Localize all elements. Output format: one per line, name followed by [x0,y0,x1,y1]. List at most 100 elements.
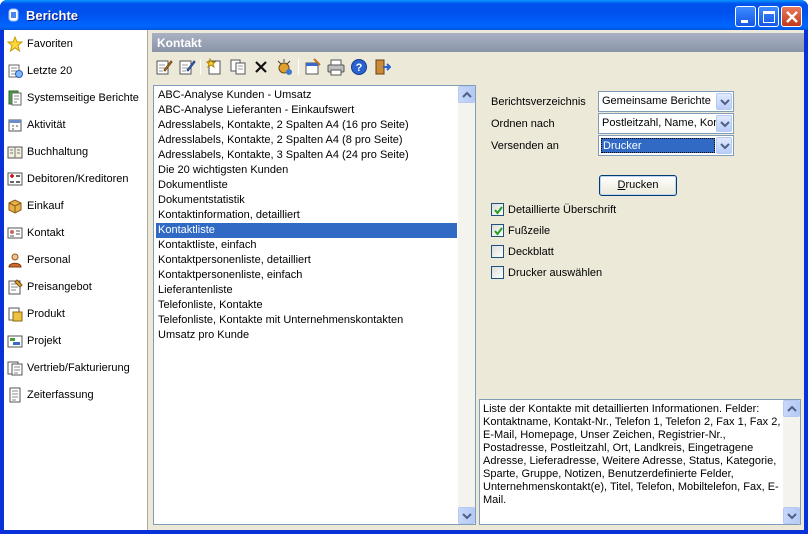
send-dropdown-button[interactable] [716,137,732,154]
help-icon[interactable]: ? [350,58,368,76]
maximize-button[interactable] [758,6,779,27]
new-icon[interactable] [206,58,224,76]
option-checkbox[interactable]: Drucker auswählen [491,266,602,279]
sidebar-item-favoriten[interactable]: Favoriten [4,31,148,56]
sidebar-item-kontakt[interactable]: Kontakt [4,220,148,245]
sort-select[interactable]: Postleitzahl, Name, Kontaktnummer [598,113,734,134]
personnel-icon [8,253,22,267]
sidebar-item-systemseitige-berichte[interactable]: Systemseitige Berichte [4,85,148,110]
report-list-item[interactable]: Kontaktliste, einfach [156,238,457,253]
description-scrollbar[interactable] [783,400,800,524]
report-description-text: Liste der Kontakte mit detaillierten Inf… [483,403,781,506]
sidebar-item-preisangebot[interactable]: Preisangebot [4,274,148,299]
print-icon[interactable] [327,58,345,76]
sort-dropdown-button[interactable] [716,115,732,132]
send-select[interactable]: Drucker [598,135,734,156]
timesheet-icon [9,387,21,402]
minimize-icon [741,20,748,23]
report-list-item[interactable]: Adresslabels, Kontakte, 2 Spalten A4 (8 … [156,133,457,148]
chevron-up-icon [462,91,472,98]
report-list[interactable]: ABC-Analyse Kunden - Umsatz ABC-Analyse L… [153,85,476,525]
report-list-item[interactable]: Kontaktinformation, detailliert [156,208,457,223]
sidebar-item-label: Produkt [27,307,65,320]
star-icon [7,35,23,52]
option-checkbox[interactable]: Detaillierte Überschrift [491,203,616,216]
directory-value: Gemeinsame Berichte [602,95,711,107]
category-sidebar: Favoriten Letzte 20 Systemseitige Berich… [4,30,148,530]
chevron-down-icon [462,513,472,520]
report-list-item[interactable]: Telefonliste, Kontakte [156,298,457,313]
directory-label: Berichtsverzeichnis [491,96,586,108]
product-icon [8,307,23,321]
project-icon [7,335,23,347]
properties-icon[interactable] [304,58,322,76]
report-list-scrollbar[interactable] [458,86,475,524]
sort-label: Ordnen nach [491,118,555,130]
sidebar-item-zeiterfassung[interactable]: Zeiterfassung [4,382,148,407]
exit-icon[interactable] [373,58,391,76]
report-list-item[interactable]: Umsatz pro Kunde [156,328,457,343]
sidebar-item-personal[interactable]: Personal [4,247,148,272]
debtors-icon [7,172,23,185]
scroll-up-button[interactable] [458,86,475,103]
system-reports-icon [8,90,22,105]
report-list-item[interactable]: Kontaktpersonenliste, detailliert [156,253,457,268]
delete-icon[interactable] [252,58,270,76]
svg-text:?: ? [356,62,363,74]
directory-select[interactable]: Gemeinsame Berichte [598,91,734,112]
report-list-item[interactable]: Kontaktliste [156,223,457,238]
report-list-item[interactable]: Die 20 wichtigsten Kunden [156,163,457,178]
edit-alt-icon[interactable] [178,58,196,76]
scroll-down-button[interactable] [458,507,475,524]
report-list-item[interactable]: Adresslabels, Kontakte, 2 Spalten A4 (16… [156,118,457,133]
title-bar[interactable]: Berichte [0,0,808,30]
checkbox-box[interactable] [491,245,504,258]
sidebar-item-buchhaltung[interactable]: Buchhaltung [4,139,148,164]
scroll-down-button[interactable] [783,507,800,524]
app-icon [8,8,19,22]
report-list-item[interactable]: ABC-Analyse Lieferanten - Einkaufswert [156,103,457,118]
report-list-item[interactable]: Adresslabels, Kontakte, 3 Spalten A4 (24… [156,148,457,163]
sidebar-item-label: Letzte 20 [27,64,73,77]
option-checkbox[interactable]: Deckblatt [491,245,554,258]
sidebar-item-debitoren-kreditoren[interactable]: Debitoren/Kreditoren [4,166,148,191]
sidebar-item-label: Preisangebot [27,280,92,293]
print-button[interactable]: Drucken [599,175,677,196]
checkbox-box[interactable] [491,266,504,279]
report-list-item[interactable]: Dokumentliste [156,178,457,193]
directory-dropdown-button[interactable] [716,93,732,110]
wizard-icon[interactable] [275,58,293,76]
sidebar-item-vertrieb-fakturierung[interactable]: Vertrieb/Fakturierung [4,355,148,380]
sidebar-item-label: Vertrieb/Fakturierung [27,361,130,374]
report-list-item[interactable]: Dokumentstatistik [156,193,457,208]
chevron-down-icon [720,99,730,106]
report-list-item[interactable]: Lieferantenliste [156,283,457,298]
checkbox-box[interactable] [491,203,504,216]
report-list-item[interactable]: ABC-Analyse Kunden - Umsatz [156,88,457,103]
edit-icon[interactable] [155,58,173,76]
window-client: Favoriten Letzte 20 Systemseitige Berich… [4,30,804,530]
minimize-button[interactable] [735,6,756,27]
copy-icon[interactable] [229,58,247,76]
chevron-down-icon [720,121,730,128]
report-list-item[interactable]: Telefonliste, Kontakte mit Unternehmensk… [156,313,457,328]
scroll-up-button[interactable] [783,400,800,417]
checkbox-label: Drucker auswählen [508,266,603,279]
close-button[interactable] [781,6,802,27]
chevron-down-icon [787,513,797,520]
sidebar-item-aktivitaet[interactable]: Aktivität [4,112,148,137]
sidebar-item-letzte-20[interactable]: Letzte 20 [4,58,148,83]
sidebar-item-label: Projekt [27,334,62,347]
checkmark-icon [494,227,503,236]
quote-icon [8,278,23,294]
sidebar-item-label: Kontakt [27,226,65,239]
option-checkbox[interactable]: Fußzeile [491,224,550,237]
sidebar-item-einkauf[interactable]: Einkauf [4,193,148,218]
report-list-item[interactable]: Kontaktpersonenliste, einfach [156,268,457,283]
contact-icon [7,227,23,238]
checkmark-icon [494,206,503,215]
sidebar-item-projekt[interactable]: Projekt [4,328,148,353]
sidebar-item-produkt[interactable]: Produkt [4,301,148,326]
chevron-down-icon [720,143,730,150]
checkbox-box[interactable] [491,224,504,237]
